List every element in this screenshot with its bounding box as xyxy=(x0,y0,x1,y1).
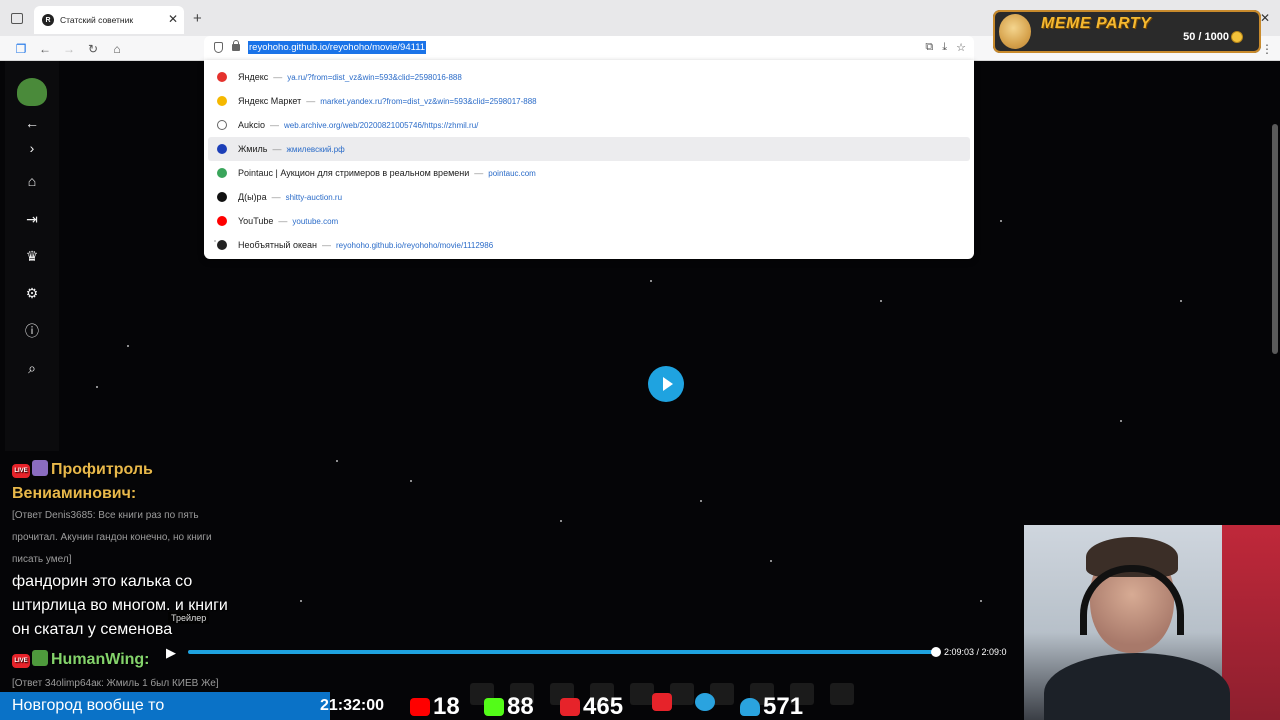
chat-author-name: Профитроль xyxy=(51,461,153,478)
screenshot-icon[interactable]: ⧉ xyxy=(925,41,933,54)
info-icon[interactable]: ⓘ xyxy=(5,319,59,343)
chat-reply: писать умел] xyxy=(12,554,72,565)
star xyxy=(700,500,702,502)
kick-stat: 88 xyxy=(484,693,534,720)
star xyxy=(1120,420,1122,422)
tab-active[interactable]: R Статский советник ✕ xyxy=(34,6,184,34)
progress-knob[interactable] xyxy=(931,647,941,657)
meme-party-panel[interactable]: MEME PARTY 50 / 1000 xyxy=(993,10,1261,53)
youtube-icon xyxy=(410,698,430,716)
star xyxy=(770,560,772,562)
webcam-overlay xyxy=(1024,525,1280,720)
back-arrow-icon[interactable]: ← xyxy=(5,111,59,135)
star xyxy=(560,520,562,522)
play-button[interactable] xyxy=(648,366,684,402)
youtube-stat: 18 xyxy=(410,693,460,720)
reload-button[interactable]: ↻ xyxy=(84,40,102,58)
address-bar[interactable]: reyohoho.github.io/reyohoho/movie/94111 … xyxy=(204,36,974,60)
tab-title: Статский советник xyxy=(60,15,134,25)
coin-icon xyxy=(1231,31,1243,43)
live-stat: 465 xyxy=(560,693,623,720)
star xyxy=(214,240,216,242)
home-icon[interactable]: ⌂ xyxy=(5,169,59,193)
chat-overlay: LIVE Профитроль Вениаминович: [Ответ Deni… xyxy=(0,455,330,720)
forward-button[interactable]: → xyxy=(60,40,78,58)
progress-bar[interactable] xyxy=(188,650,936,654)
search-icon[interactable]: ⌕ xyxy=(5,356,59,380)
star xyxy=(127,345,129,347)
telegram-stat xyxy=(695,693,715,711)
background-flag xyxy=(1222,525,1280,720)
login-icon[interactable]: ⇥ xyxy=(5,207,59,231)
emote-icon xyxy=(32,650,48,666)
emote-icon xyxy=(32,460,48,476)
trophy-icon[interactable]: ♛ xyxy=(5,244,59,268)
new-tab-button[interactable]: + xyxy=(193,10,202,28)
chat-author: LIVE Профитроль xyxy=(12,458,153,481)
address-bar-actions: ⧉ ⤓ ☆ xyxy=(925,41,966,54)
star xyxy=(1000,220,1002,222)
meme-party-title: MEME PARTY xyxy=(1041,15,1152,32)
star xyxy=(1180,300,1182,302)
chat-author-name-cont: Вениаминович: xyxy=(12,485,137,502)
star xyxy=(96,386,98,388)
back-button[interactable]: ← xyxy=(36,40,54,58)
streamer-body xyxy=(1044,653,1230,720)
user-icon xyxy=(740,698,760,716)
video-stat xyxy=(652,693,672,711)
lock-icon[interactable] xyxy=(232,40,240,51)
news-ticker: Новгород вообще то xyxy=(12,697,165,714)
chat-author-name: HumanWing: xyxy=(51,651,150,668)
star xyxy=(880,300,882,302)
chat-author: LIVE HumanWing: xyxy=(12,648,150,671)
telegram-icon xyxy=(695,693,715,711)
star xyxy=(410,480,412,482)
download-icon[interactable]: ⤓ xyxy=(942,41,947,54)
player-play-icon[interactable]: ▶ xyxy=(166,645,176,661)
url-input[interactable]: reyohoho.github.io/reyohoho/movie/94111 xyxy=(248,41,427,54)
star xyxy=(336,460,338,462)
live-badge-icon: LIVE xyxy=(12,464,30,478)
live-count: 465 xyxy=(583,693,624,720)
sidebar-toggle-icon[interactable] xyxy=(11,13,23,24)
trailer-label[interactable]: Трейлер xyxy=(168,612,210,624)
bookmark-star-icon[interactable]: ☆ xyxy=(956,41,966,54)
shield-icon[interactable] xyxy=(214,42,223,53)
clock: 21:32:00 xyxy=(320,697,385,714)
star xyxy=(980,600,982,602)
viewers-stat: 571 xyxy=(740,693,803,720)
tab-close-icon[interactable]: ✕ xyxy=(168,12,178,26)
kick-count: 88 xyxy=(507,693,534,720)
kick-icon xyxy=(484,698,504,716)
star xyxy=(650,280,652,282)
collections-icon[interactable]: ❐ xyxy=(12,40,30,58)
left-sidebar: ← › ⌂ ⇥ ♛ ⚙ ⓘ ⌕ xyxy=(5,61,59,451)
viewers-count: 571 xyxy=(763,693,804,720)
doge-avatar-icon xyxy=(999,14,1031,49)
live-icon xyxy=(560,698,580,716)
video-icon xyxy=(652,693,672,711)
chat-reply: [Ответ 34olimp64ак: Жмиль 1 был КИЕВ Же] xyxy=(12,678,219,689)
live-badge-icon: LIVE xyxy=(12,654,30,668)
meme-party-counter: 50 / 1000 xyxy=(1183,31,1229,43)
chat-message: фандорин это калька со xyxy=(12,573,193,590)
forward-chevron-icon[interactable]: › xyxy=(5,136,59,160)
chat-reply: прочитал. Акунин гандон конечно, но книг… xyxy=(12,532,212,543)
tab-favicon: R xyxy=(42,14,54,26)
youtube-count: 18 xyxy=(433,693,460,720)
settings-icon[interactable]: ⚙ xyxy=(5,281,59,305)
home-button[interactable]: ⌂ xyxy=(108,40,126,58)
frog-logo-icon[interactable] xyxy=(17,78,47,106)
page-scrollbar[interactable] xyxy=(1272,124,1278,354)
chat-reply: [Ответ Denis3685: Все книги раз по пять xyxy=(12,510,199,521)
timecode: 2:09:03 / 2:09:0 xyxy=(944,647,1007,657)
chat-message: он скатал у семенова xyxy=(12,621,173,638)
